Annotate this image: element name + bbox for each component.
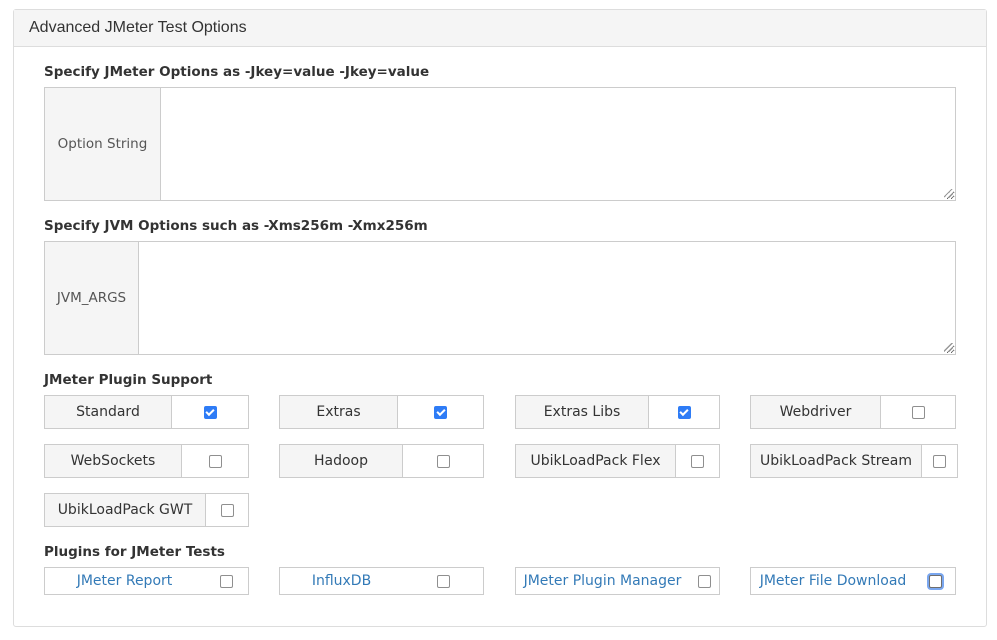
plugin-webdriver: Webdriver	[750, 395, 956, 429]
jmeter-options-group: Option String	[44, 87, 956, 201]
plugin-extras-libs-checkbox[interactable]	[677, 405, 691, 419]
plugin-extras-label: Extras	[280, 396, 398, 428]
jmeter-report-checkbox[interactable]	[219, 574, 233, 588]
plugin-hadoop: Hadoop	[279, 444, 484, 478]
plugin-webdriver-checkbox[interactable]	[911, 405, 925, 419]
plugin-ubik-stream: UbikLoadPack Stream	[750, 444, 958, 478]
file-download-link[interactable]: JMeter File Download	[751, 573, 915, 589]
plugin-extras-checkbox[interactable]	[434, 405, 447, 419]
plugin-ubik-flex: UbikLoadPack Flex	[515, 444, 720, 478]
jmeter-options-textarea[interactable]	[161, 88, 955, 200]
plugin-webdriver-label: Webdriver	[751, 396, 881, 428]
file-download-checkbox[interactable]	[928, 574, 942, 588]
plugin-standard: Standard	[44, 395, 249, 429]
plugin-websockets-label: WebSockets	[45, 445, 182, 477]
jmeter-report-link[interactable]: JMeter Report	[45, 573, 204, 589]
plugin-ubik-stream-checkbox[interactable]	[933, 454, 946, 468]
influxdb-checkbox[interactable]	[436, 574, 450, 588]
plugin-ubik-gwt: UbikLoadPack GWT	[44, 493, 249, 527]
plugin-websockets: WebSockets	[44, 444, 249, 478]
plugin-hadoop-checkbox[interactable]	[436, 454, 450, 468]
plugin-support-label: JMeter Plugin Support	[44, 372, 213, 388]
test-plugin-plugin-manager: JMeter Plugin Manager	[515, 567, 720, 595]
plugin-standard-checkbox[interactable]	[203, 405, 217, 419]
plugin-ubik-stream-label: UbikLoadPack Stream	[751, 445, 922, 477]
jvm-options-textarea[interactable]	[139, 242, 955, 354]
test-plugin-influxdb: InfluxDB	[279, 567, 484, 595]
plugin-ubik-gwt-checkbox[interactable]	[220, 503, 234, 517]
test-plugin-file-download: JMeter File Download	[750, 567, 956, 595]
jvm-args-addon: JVM_ARGS	[45, 242, 139, 354]
plugin-ubik-flex-checkbox[interactable]	[691, 454, 704, 468]
plugin-extras: Extras	[279, 395, 484, 429]
test-plugin-jmeter-report: JMeter Report	[44, 567, 249, 595]
plugin-extras-libs-label: Extras Libs	[516, 396, 649, 428]
resize-grip-icon[interactable]	[944, 343, 953, 352]
plugin-manager-checkbox[interactable]	[697, 574, 711, 588]
plugin-ubik-flex-label: UbikLoadPack Flex	[516, 445, 676, 477]
panel-title: Advanced JMeter Test Options	[14, 10, 986, 47]
plugin-ubik-gwt-label: UbikLoadPack GWT	[45, 494, 206, 526]
plugin-manager-link[interactable]: JMeter Plugin Manager	[516, 573, 689, 589]
jvm-options-group: JVM_ARGS	[44, 241, 956, 355]
option-string-addon: Option String	[45, 88, 161, 200]
resize-grip-icon[interactable]	[944, 189, 953, 198]
plugin-websockets-checkbox[interactable]	[208, 454, 222, 468]
plugin-extras-libs: Extras Libs	[515, 395, 720, 429]
jmeter-options-label: Specify JMeter Options as -Jkey=value -J…	[44, 64, 430, 80]
influxdb-link[interactable]: InfluxDB	[280, 573, 403, 589]
jvm-options-label: Specify JVM Options such as -Xms256m -Xm…	[44, 218, 428, 234]
advanced-options-panel: Advanced JMeter Test Options Specify JMe…	[13, 9, 987, 627]
plugin-standard-label: Standard	[45, 396, 172, 428]
plugin-hadoop-label: Hadoop	[280, 445, 403, 477]
test-plugins-label: Plugins for JMeter Tests	[44, 544, 225, 560]
